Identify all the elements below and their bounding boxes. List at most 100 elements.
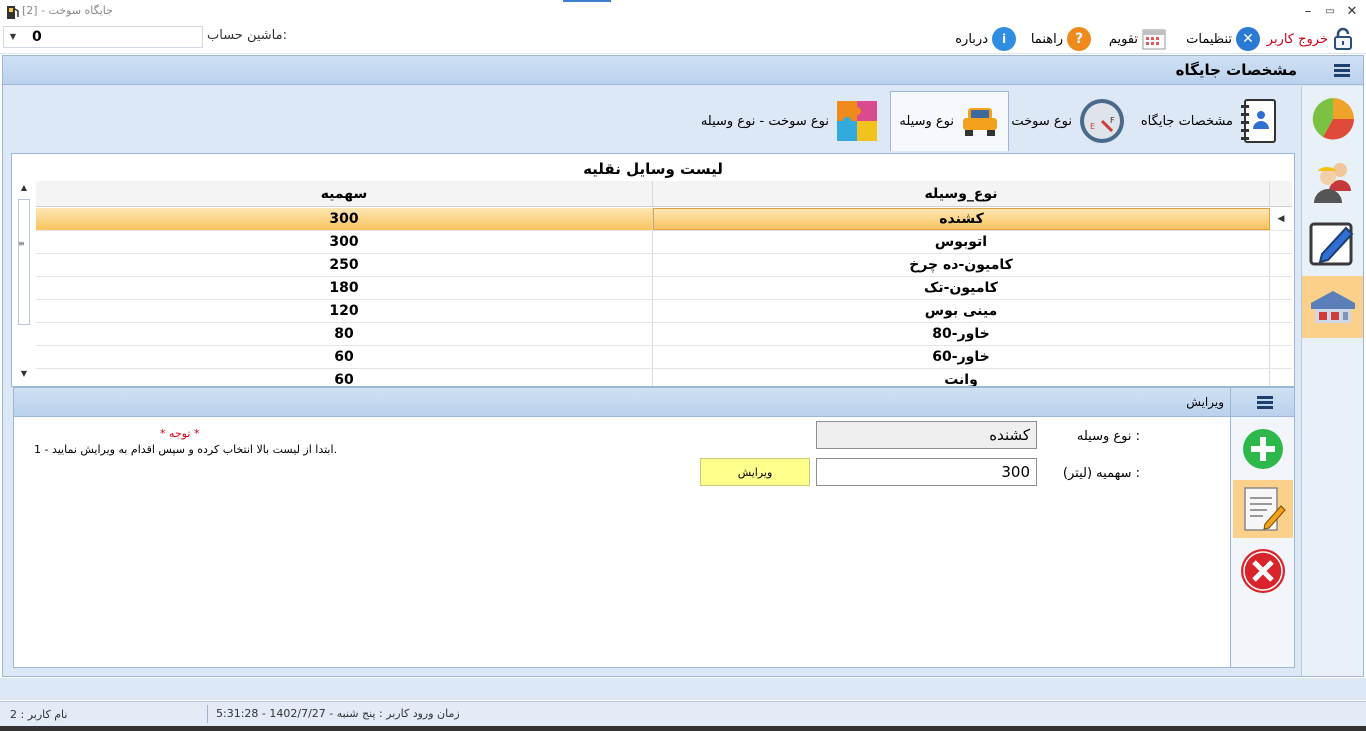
- info-icon: i: [992, 27, 1016, 51]
- row-indicator: [1270, 369, 1292, 386]
- help-button[interactable]: راهنما ?: [1031, 26, 1091, 52]
- restore-button[interactable]: ▭: [1319, 2, 1341, 22]
- close-button[interactable]: ✕: [1341, 2, 1363, 22]
- quota-input[interactable]: 300: [816, 458, 1037, 486]
- cell-vehicle-type[interactable]: اتوبوس: [653, 231, 1270, 253]
- scroll-down-icon[interactable]: ▼: [16, 367, 32, 381]
- station-icon: [1310, 291, 1355, 323]
- column-header-quota[interactable]: سهمیه: [36, 181, 653, 206]
- edit-button[interactable]: [1233, 480, 1293, 538]
- settings-button[interactable]: تنظیمات ✕: [1186, 26, 1260, 52]
- main-frame: مشخصات جایگاه مشخصات جایگاه نوع سوخت E F…: [2, 55, 1364, 677]
- fuel-pump-icon: [7, 6, 19, 19]
- page-title: مشخصات جایگاه: [1175, 61, 1297, 79]
- table-row[interactable]: 180 کامیون-تک: [36, 277, 1292, 300]
- row-indicator: [1270, 277, 1292, 299]
- side-nav-users[interactable]: [1302, 150, 1363, 212]
- tab-label: مشخصات جایگاه: [1140, 113, 1233, 129]
- fuel-gauge-icon: E F: [1080, 99, 1124, 143]
- cell-quota[interactable]: 180: [36, 277, 653, 299]
- vertical-scrollbar[interactable]: ▲ ≡ ▼: [16, 181, 32, 381]
- edit-panel-header: ویرایش: [14, 388, 1230, 417]
- chevron-down-icon[interactable]: ▼: [6, 27, 20, 47]
- page-header: مشخصات جایگاه: [3, 56, 1363, 85]
- calendar-label: تقویم: [1108, 31, 1138, 47]
- grip-icon: ≡: [18, 239, 25, 248]
- logout-label: خروج کاربر: [1266, 31, 1328, 47]
- delete-button[interactable]: [1233, 542, 1293, 600]
- plus-icon: [1243, 429, 1283, 469]
- vehicle-type-label: نوع وسیله :: [1076, 429, 1140, 444]
- side-nav-station[interactable]: [1302, 276, 1363, 338]
- tab-station-info[interactable]: مشخصات جایگاه: [1133, 91, 1287, 151]
- about-button[interactable]: درباره i: [955, 26, 1016, 52]
- cell-vehicle-type[interactable]: کامیون-تک: [653, 277, 1270, 299]
- column-header-vehicle-type[interactable]: نوع_وسیله: [653, 181, 1270, 206]
- table-row[interactable]: 60 خاور-60: [36, 346, 1292, 369]
- table-row[interactable]: 80 خاور-80: [36, 323, 1292, 346]
- row-indicator: [1270, 254, 1292, 276]
- row-indicator: [1270, 346, 1292, 368]
- scroll-thumb[interactable]: [18, 199, 30, 325]
- cell-quota[interactable]: 250: [36, 254, 653, 276]
- vehicle-type-field: کشنده: [816, 421, 1037, 449]
- bottom-band: [0, 678, 1366, 700]
- status-separator: [207, 705, 208, 723]
- row-indicator: [1270, 300, 1292, 322]
- tab-label: نوع سوخت - نوع وسیله: [700, 113, 829, 129]
- edit-panel: ویرایش نوع وسیله: کشنده سهمیه (لیتر): …: [13, 387, 1295, 668]
- cell-quota[interactable]: 300: [36, 231, 653, 253]
- table-row[interactable]: 60 وانت: [36, 369, 1292, 386]
- account-label: ماشین حساب:: [207, 28, 287, 43]
- logout-button[interactable]: خروج کاربر: [1267, 26, 1354, 52]
- menu-icon[interactable]: [1334, 64, 1350, 78]
- title-accent: [563, 0, 611, 2]
- row-pointer-icon: ◀: [1277, 214, 1285, 224]
- tab-label: نوع وسیله: [899, 114, 954, 129]
- tools-icon: ✕: [1236, 27, 1260, 51]
- cell-vehicle-type[interactable]: وانت: [653, 369, 1270, 386]
- calendar-button[interactable]: تقویم: [1109, 26, 1166, 52]
- title-bar: [جایگاه سوخت - [2 – ▭ ✕: [0, 0, 1366, 24]
- list-caption: لیست وسایل نقلیه: [583, 160, 723, 178]
- side-nav-reports[interactable]: [1302, 88, 1363, 150]
- cell-quota[interactable]: 300: [36, 208, 653, 230]
- cell-quota[interactable]: 60: [36, 346, 653, 368]
- menu-icon[interactable]: [1257, 396, 1273, 410]
- cell-quota[interactable]: 120: [36, 300, 653, 322]
- pencil-icon: [1309, 222, 1353, 266]
- svg-text:E: E: [1090, 122, 1095, 131]
- side-nav-edit[interactable]: [1302, 212, 1363, 274]
- grid-header: سهمیه نوع_وسیله: [36, 181, 1292, 207]
- cell-vehicle-type[interactable]: خاور-80: [653, 323, 1270, 345]
- edit-actions: [1230, 388, 1294, 667]
- settings-label: تنظیمات: [1186, 31, 1232, 47]
- cell-vehicle-type[interactable]: کشنده: [653, 208, 1270, 230]
- scroll-up-icon[interactable]: ▲: [16, 181, 32, 195]
- table-row[interactable]: 120 مینی بوس: [36, 300, 1292, 323]
- table-row[interactable]: 300 اتوبوس: [36, 231, 1292, 254]
- car-icon: [963, 107, 997, 136]
- help-icon: ?: [1067, 27, 1091, 51]
- cell-quota[interactable]: 60: [36, 369, 653, 386]
- status-bar: نام کاربر : 2 زمان ورود کاربر : پنج شنبه…: [0, 701, 1366, 726]
- cell-quota[interactable]: 80: [36, 323, 653, 345]
- cell-vehicle-type[interactable]: خاور-60: [653, 346, 1270, 368]
- cell-vehicle-type[interactable]: مینی بوس: [653, 300, 1270, 322]
- row-indicator: [1270, 323, 1292, 345]
- table-row[interactable]: 300 کشنده ◀: [36, 208, 1292, 231]
- tab-fuel-type[interactable]: نوع سوخت E F: [1003, 91, 1134, 151]
- tab-vehicle-type[interactable]: نوع وسیله: [890, 91, 1009, 151]
- account-combo[interactable]: ▼ 0: [3, 26, 203, 48]
- tab-fuel-vehicle[interactable]: نوع سوخت - نوع وسیله: [693, 91, 887, 151]
- minimize-button[interactable]: –: [1297, 2, 1319, 22]
- quota-label: سهمیه (لیتر) :: [1062, 466, 1140, 481]
- save-edit-button[interactable]: ویرایش: [700, 458, 810, 486]
- edit-panel-title: ویرایش: [1186, 395, 1224, 409]
- window-title: [جایگاه سوخت - [2: [22, 4, 113, 17]
- cell-vehicle-type[interactable]: کامیون-ده چرخ: [653, 254, 1270, 276]
- edit-actions-header: [1231, 388, 1294, 417]
- lock-icon: [1334, 27, 1352, 50]
- add-button[interactable]: [1233, 420, 1293, 478]
- table-row[interactable]: 250 کامیون-ده چرخ: [36, 254, 1292, 277]
